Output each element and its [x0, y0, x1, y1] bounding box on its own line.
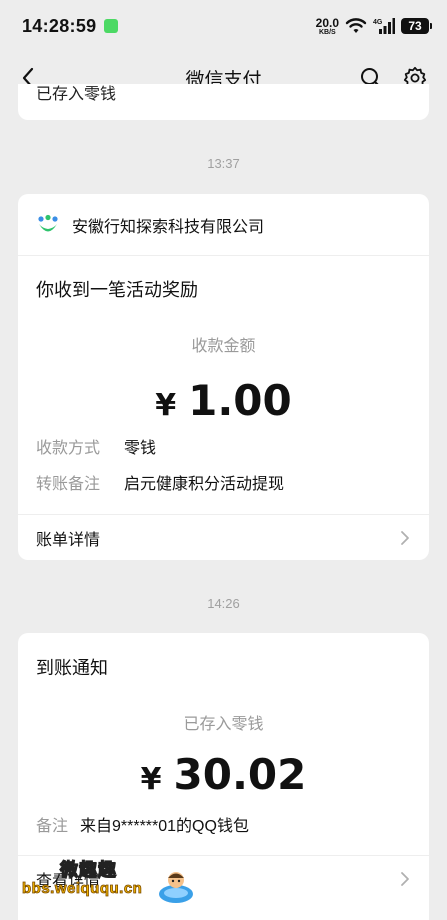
currency-symbol: ¥: [155, 388, 177, 423]
site-watermark: 微趣趣 bbs.weiququ.cn: [14, 856, 204, 912]
payment-message-card[interactable]: 安徽行知探索科技有限公司 你收到一笔活动奖励 收款金额 ¥ 1.00 收款方式 …: [18, 194, 429, 560]
detail-label: 收款方式: [36, 440, 101, 457]
battery-indicator: 73: [401, 18, 432, 34]
message-heading: 到账通知: [36, 658, 108, 678]
merchant-row[interactable]: 安徽行知探索科技有限公司: [18, 194, 429, 256]
wifi-icon: [345, 18, 367, 33]
status-bar: 14:28:59 20.0 KB/S 4G 73: [0, 0, 447, 52]
message-timestamp: 13:37: [207, 156, 240, 171]
mascot-icon: [159, 872, 193, 903]
status-time: 14:28:59: [22, 15, 97, 36]
detail-label: 备注: [36, 818, 69, 835]
bill-details-label: 账单详情: [36, 531, 101, 549]
detail-label: 转账备注: [36, 476, 101, 493]
detail-value: 启元健康积分活动提现: [124, 476, 285, 493]
detail-value: 来自9******01的QQ钱包: [80, 818, 249, 835]
network-speed: 20.0 KB/S: [316, 17, 339, 36]
amount-label: 已存入零钱: [183, 716, 264, 733]
network-speed-unit: KB/S: [318, 28, 336, 36]
message-heading: 你收到一笔活动奖励: [36, 280, 198, 300]
network-speed-value: 20.0: [315, 15, 339, 30]
merchant-logo-icon: [38, 214, 58, 231]
detail-row-payment-method: 收款方式 零钱: [18, 439, 429, 459]
amount-value: 30.02: [173, 750, 307, 799]
previous-message-card[interactable]: 已存入零钱: [18, 84, 429, 120]
amount-display: ¥ 30.02: [18, 750, 429, 799]
watermark-title: 微趣趣: [59, 859, 117, 880]
bill-details-link[interactable]: 账单详情: [18, 514, 429, 560]
cellular-signal-icon: 4G: [373, 18, 395, 34]
detail-row-remark: 转账备注 启元健康积分活动提现: [18, 475, 429, 495]
detail-value: 零钱: [124, 440, 157, 457]
notification-app-icon: [104, 19, 119, 33]
network-type-label: 4G: [373, 19, 383, 26]
currency-symbol: ¥: [140, 762, 162, 797]
status-left: 14:28:59: [22, 15, 119, 37]
chevron-right-icon: [401, 871, 409, 886]
message-timestamp: 14:26: [207, 596, 240, 611]
amount-label: 收款金额: [191, 338, 256, 355]
merchant-name: 安徽行知探索科技有限公司: [72, 218, 265, 236]
previous-message-text: 已存入零钱: [36, 86, 117, 103]
status-right: 20.0 KB/S 4G 73: [316, 17, 432, 36]
chevron-right-icon: [401, 530, 409, 545]
watermark-url: bbs.weiququ.cn: [22, 880, 143, 898]
amount-value: 1.00: [188, 376, 292, 425]
amount-display: ¥ 1.00: [18, 376, 429, 425]
detail-row-remark: 备注 来自9******01的QQ钱包: [18, 817, 429, 837]
